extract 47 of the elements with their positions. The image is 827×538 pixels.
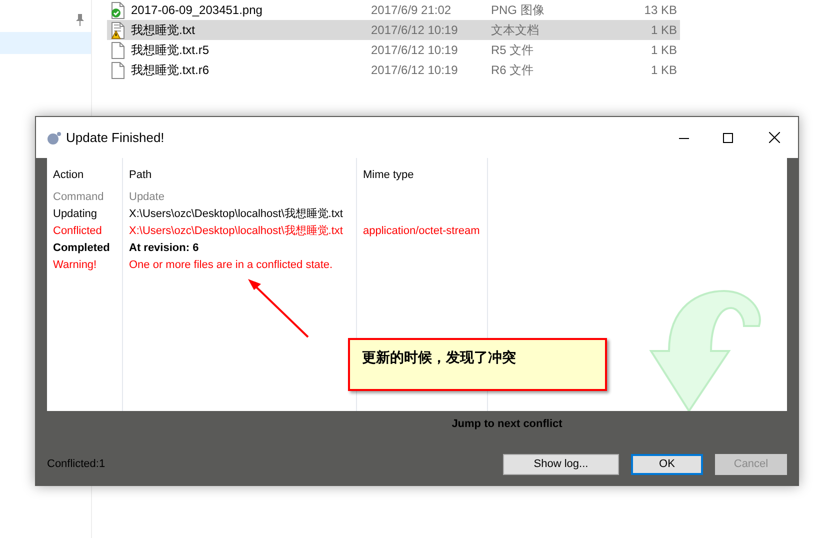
file-name: 我想睡觉.txt.r6 (131, 62, 210, 79)
status-text: Conflicted:1 (47, 456, 106, 472)
dialog-button[interactable]: OK (631, 454, 703, 474)
dialog-button[interactable]: Show log... (503, 454, 619, 474)
file-type: R6 文件 (491, 62, 535, 79)
file-name: 我想睡觉.txt (131, 22, 196, 39)
callout-note: 更新的时候，发现了冲突 (348, 338, 607, 391)
list-cell: X:\Users\ozc\Desktop\localhost\我想睡觉.txt (129, 225, 343, 237)
annotation-arrow (245, 277, 311, 339)
file-date: 2017/6/12 10:19 (371, 42, 459, 59)
file-size: 1 KB (650, 22, 677, 39)
file-size: 1 KB (650, 42, 677, 59)
list-cell: Warning! (53, 259, 97, 271)
file-type: R5 文件 (491, 42, 535, 59)
list-cell: Update (129, 191, 164, 203)
conflict-file-icon (111, 22, 125, 38)
file-size: 1 KB (650, 62, 677, 79)
list-cell: At revision: 6 (129, 242, 199, 254)
list-cell: X:\Users\ozc\Desktop\localhost\我想睡觉.txt (129, 208, 343, 220)
list-cell: One or more files are in a conflicted state. (129, 259, 333, 271)
pin-icon[interactable] (75, 14, 85, 26)
list-cell: Conflicted (53, 225, 102, 237)
list-cell: Completed (53, 242, 110, 254)
column-header[interactable]: Mime type (363, 167, 487, 189)
file-date: 2017/6/9 21:02 (371, 2, 452, 19)
file-date: 2017/6/12 10:19 (371, 22, 459, 39)
file-date: 2017/6/12 10:19 (371, 62, 459, 79)
file-name: 2017-06-09_203451.png (131, 2, 264, 19)
window-title: Update Finished! (66, 128, 164, 147)
file-icon (111, 62, 125, 78)
list-cell: Updating (53, 208, 98, 220)
app-icon (46, 130, 62, 144)
file-type: PNG 图像 (491, 2, 546, 19)
file-row[interactable]: 我想睡觉.txt.r6 2017/6/12 10:19 R6 文件 1 KB (107, 60, 680, 80)
file-type: 文本文档 (491, 22, 540, 39)
maximize-icon[interactable] (723, 132, 733, 142)
column-header[interactable]: Path (129, 167, 356, 189)
list-cell: application/octet-stream (363, 225, 480, 237)
file-icon (111, 42, 125, 58)
column-header[interactable]: Action (53, 167, 122, 189)
file-name: 我想睡觉.txt.r5 (131, 42, 210, 59)
file-size: 13 KB (643, 2, 677, 19)
file-row[interactable]: 我想睡觉.txt.r5 2017/6/12 10:19 R5 文件 1 KB (107, 40, 680, 60)
file-row[interactable]: 2017-06-09_203451.png 2017/6/9 21:02 PNG 图像 13 KB (107, 0, 680, 20)
file-row[interactable]: 我想睡觉.txt 2017/6/12 10:19 文本文档 1 KB (107, 20, 680, 40)
close-icon[interactable] (769, 132, 780, 143)
list-cell: Command (53, 191, 104, 203)
